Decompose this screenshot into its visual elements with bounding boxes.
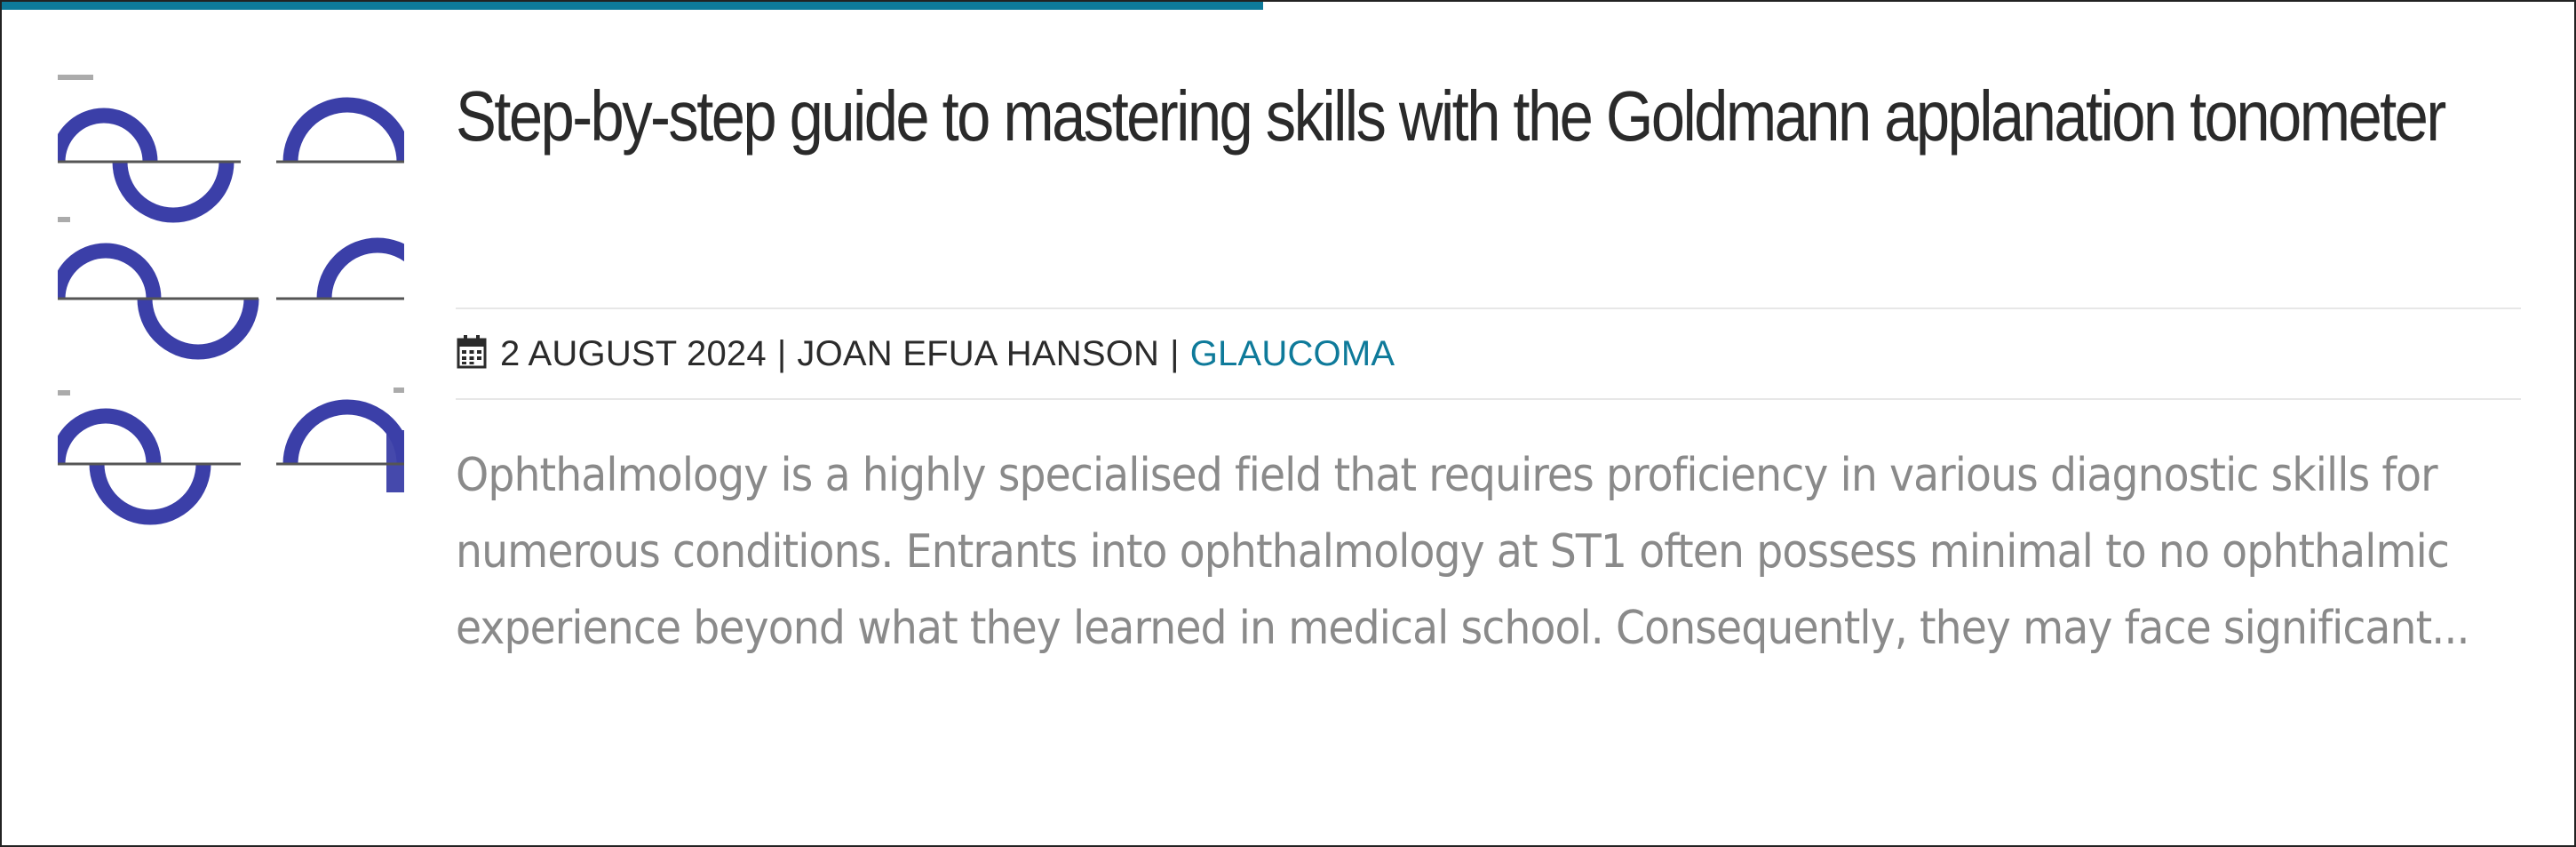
article-thumbnail[interactable] <box>58 75 404 528</box>
article-category-link[interactable]: GLAUCOMA <box>1190 334 1395 374</box>
meta-separator: | <box>776 333 787 373</box>
mire-pair-row2-left <box>58 243 259 360</box>
mire-pair-row3-right <box>276 399 404 492</box>
article-meta: 2 AUGUST 2024 | JOAN EFUA HANSON | GLAUC… <box>456 308 2521 400</box>
article-title[interactable]: Step-by-step guide to mastering skills w… <box>456 64 2518 169</box>
article-excerpt: Ophthalmology is a highly specialised fi… <box>456 449 2470 655</box>
mire-pair-row2-right <box>276 237 404 300</box>
mire-pair-row3-left <box>58 408 241 525</box>
article-content: Step-by-step guide to mastering skills w… <box>456 64 2521 667</box>
goldmann-mires-image <box>58 75 404 525</box>
mire-pair-row1-right <box>276 97 404 164</box>
calendar-icon <box>457 335 487 369</box>
mire-pair-row1-left <box>58 108 241 223</box>
article-author[interactable]: JOAN EFUA HANSON <box>797 334 1159 374</box>
meta-separator: | <box>1170 333 1180 373</box>
top-accent-bar <box>2 2 1263 10</box>
article-card: Step-by-step guide to mastering skills w… <box>0 0 2576 847</box>
article-date: 2 AUGUST 2024 <box>500 333 767 373</box>
